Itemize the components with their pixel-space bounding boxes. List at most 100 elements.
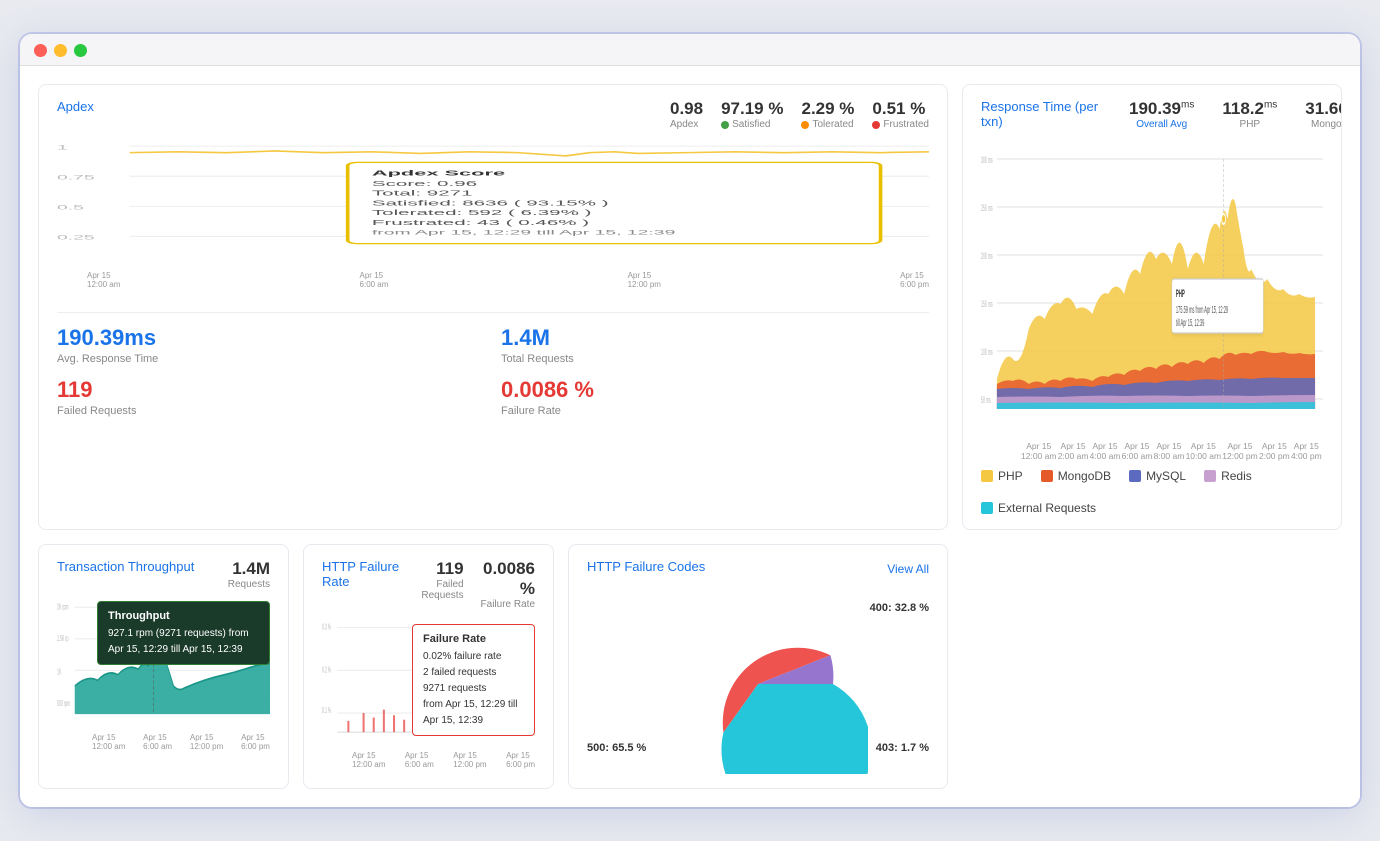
failure-rate-failed-value: 119 bbox=[408, 559, 464, 579]
rt-x-label-0: Apr 1512:00 am bbox=[1021, 441, 1056, 461]
apdex-satisfied-label: Satisfied bbox=[721, 119, 783, 130]
fr-x-0: Apr 1512:00 am bbox=[352, 751, 385, 769]
frustrated-dot-icon bbox=[872, 121, 880, 129]
apdex-frustrated-value: 0.51 % bbox=[872, 99, 929, 119]
failure-rate-tooltip-line4: from Apr 15, 12:29 till Apr 15, 12:39 bbox=[423, 697, 524, 729]
close-button-icon[interactable] bbox=[34, 44, 47, 57]
svg-text:1K: 1K bbox=[57, 668, 61, 677]
apdex-stat-satisfied: 97.19 % Satisfied bbox=[721, 99, 783, 130]
apdex-x-1: Apr 156:00 am bbox=[360, 271, 389, 289]
browser-chrome bbox=[20, 34, 1360, 66]
throughput-label: Requests bbox=[228, 579, 270, 590]
throughput-chart: Throughput 927.1 rpm (9271 requests) fro… bbox=[57, 596, 270, 731]
legend-mongodb-dot bbox=[1041, 470, 1053, 482]
throughput-title: Transaction Throughput bbox=[57, 559, 194, 574]
legend-redis: Redis bbox=[1204, 469, 1252, 483]
apdex-total-requests-label: Total Requests bbox=[501, 353, 929, 365]
apdex-failed-requests-label: Failed Requests bbox=[57, 405, 485, 417]
rt-php-value: 118.2ms bbox=[1222, 99, 1277, 119]
minimize-button-icon[interactable] bbox=[54, 44, 67, 57]
legend-php: PHP bbox=[981, 469, 1023, 483]
rt-x-label-3: Apr 156:00 am bbox=[1122, 441, 1153, 461]
apdex-failure-rate-value: 0.0086 % bbox=[501, 377, 929, 403]
throughput-tooltip: Throughput 927.1 rpm (9271 requests) fro… bbox=[97, 601, 270, 665]
svg-text:0.25: 0.25 bbox=[57, 234, 95, 241]
rt-stat-php: 118.2ms PHP bbox=[1222, 99, 1277, 130]
fr-x-1: Apr 156:00 am bbox=[405, 751, 434, 769]
svg-text:Satisfied: 8636 ( 93.15% ): Satisfied: 8636 ( 93.15% ) bbox=[372, 200, 609, 208]
dashboard: Response Time (per txn) 190.39ms Overall… bbox=[20, 66, 1360, 807]
failure-rate-rate-value: 0.0086 % bbox=[480, 559, 535, 599]
bottom-row: Transaction Throughput 1.4M Requests Thr… bbox=[38, 544, 948, 789]
apdex-failure-rate: 0.0086 % Failure Rate bbox=[501, 377, 929, 417]
svg-text:200 ms: 200 ms bbox=[981, 252, 993, 261]
svg-text:Score: 0.96: Score: 0.96 bbox=[372, 180, 477, 188]
view-all-link[interactable]: View All bbox=[887, 562, 929, 576]
fr-x-2: Apr 1512:00 pm bbox=[453, 751, 486, 769]
code-403-label: 403: 1.7 % bbox=[876, 742, 929, 754]
code-500-label: 500: 65.5 % bbox=[587, 742, 646, 754]
apdex-avg-response-label: Avg. Response Time bbox=[57, 353, 485, 365]
rt-x-label-2: Apr 154:00 am bbox=[1090, 441, 1121, 461]
svg-text:500 rpm: 500 rpm bbox=[57, 700, 70, 709]
legend-mysql-label: MySQL bbox=[1146, 469, 1186, 483]
svg-text:1.5K rp: 1.5K rp bbox=[57, 635, 69, 644]
failure-rate-stats: 119 Failed Requests 0.0086 % Failure Rat… bbox=[408, 559, 535, 610]
throughput-x-labels: Apr 1512:00 am Apr 156:00 am Apr 1512:00… bbox=[57, 733, 270, 751]
pie-chart-svg bbox=[648, 594, 868, 774]
rt-mongodb-value: 31.66ms bbox=[1305, 99, 1342, 119]
apdex-stats: 0.98 Apdex 97.19 % Satisfied 2.29 % Tole… bbox=[670, 99, 929, 130]
apdex-total-requests: 1.4M Total Requests bbox=[501, 325, 929, 365]
svg-text:Apdex Score: Apdex Score bbox=[372, 169, 505, 177]
rt-x-label-1: Apr 152:00 am bbox=[1058, 441, 1089, 461]
apdex-chart-area: 1 0.75 0.5 0.25 Apdex Score Score: 0.96 … bbox=[57, 138, 929, 298]
apdex-stat-score: 0.98 Apdex bbox=[670, 99, 703, 130]
apdex-panel: Apdex 0.98 Apdex 97.19 % Satisfied 2.29 bbox=[38, 84, 948, 530]
failure-rate-tooltip-title: Failure Rate bbox=[423, 631, 524, 649]
legend-redis-dot bbox=[1204, 470, 1216, 482]
svg-text:0.2 %: 0.2 % bbox=[322, 666, 331, 675]
legend-php-label: PHP bbox=[998, 469, 1023, 483]
rt-x-label-5: Apr 1510:00 am bbox=[1186, 441, 1221, 461]
maximize-button-icon[interactable] bbox=[74, 44, 87, 57]
failure-rate-rate-label: Failure Rate bbox=[480, 599, 535, 610]
http-codes-header: HTTP Failure Codes View All bbox=[587, 559, 929, 578]
rt-mongodb-label: MongoDB bbox=[1305, 119, 1342, 130]
apdex-failed-requests: 119 Failed Requests bbox=[57, 377, 485, 417]
rt-header: Response Time (per txn) 190.39ms Overall… bbox=[981, 99, 1323, 141]
apdex-satisfied-value: 97.19 % bbox=[721, 99, 783, 119]
legend-php-dot bbox=[981, 470, 993, 482]
svg-text:300 ms: 300 ms bbox=[981, 156, 993, 165]
apdex-x-2: Apr 1512:00 pm bbox=[628, 271, 661, 289]
svg-text:Tolerated: 592 ( 6.39% ): Tolerated: 592 ( 6.39% ) bbox=[372, 209, 592, 217]
failure-rate-x-labels: Apr 1512:00 am Apr 156:00 am Apr 1512:00… bbox=[322, 751, 535, 769]
failure-rate-failed-label: Failed Requests bbox=[408, 579, 464, 601]
svg-text:1: 1 bbox=[57, 144, 68, 151]
tp-x-2: Apr 1512:00 pm bbox=[190, 733, 223, 751]
legend-external: External Requests bbox=[981, 501, 1096, 515]
svg-text:0.5: 0.5 bbox=[57, 204, 84, 211]
throughput-header: Transaction Throughput 1.4M Requests bbox=[57, 559, 270, 590]
apdex-title: Apdex bbox=[57, 99, 94, 114]
apdex-score-label: Apdex bbox=[670, 119, 703, 130]
apdex-title-area: Apdex bbox=[57, 99, 94, 118]
apdex-x-3: Apr 156:00 pm bbox=[900, 271, 929, 289]
failure-rate-title: HTTP Failure Rate bbox=[322, 559, 408, 589]
response-time-panel: Response Time (per txn) 190.39ms Overall… bbox=[962, 84, 1342, 530]
rt-x-label-8: Apr 154:00 pm bbox=[1291, 441, 1322, 461]
throughput-value: 1.4M bbox=[228, 559, 270, 579]
browser-window: Response Time (per txn) 190.39ms Overall… bbox=[20, 34, 1360, 807]
failure-rate-chart: Failure Rate 0.02% failure rate 2 failed… bbox=[322, 614, 535, 749]
tp-x-1: Apr 156:00 am bbox=[143, 733, 172, 751]
rt-title: Response Time (per txn) bbox=[981, 99, 1101, 133]
rt-x-label-6: Apr 1512:00 pm bbox=[1222, 441, 1257, 461]
response-time-chart: 300 ms 250 ms 200 ms 150 ms 100 ms 50 ms bbox=[981, 149, 1323, 439]
apdex-avg-response: 190.39ms Avg. Response Time bbox=[57, 325, 485, 365]
svg-text:PHP: PHP bbox=[1176, 286, 1185, 299]
apdex-tolerated-label: Tolerated bbox=[801, 119, 854, 130]
rt-x-label-7: Apr 152:00 pm bbox=[1259, 441, 1290, 461]
apdex-frustrated-label: Frustrated bbox=[872, 119, 929, 130]
svg-text:0.3 %: 0.3 % bbox=[322, 623, 331, 632]
tolerated-dot-icon bbox=[801, 121, 809, 129]
svg-text:2K rpm: 2K rpm bbox=[57, 603, 68, 612]
